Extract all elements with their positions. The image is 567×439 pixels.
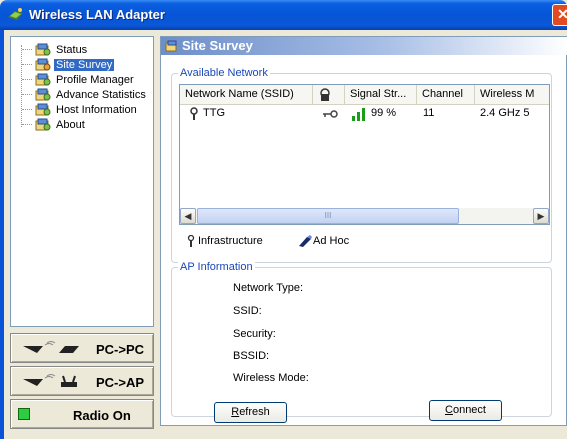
- tree-item-host-information[interactable]: Host Information: [17, 102, 139, 117]
- radio-on-label: Radio On: [73, 408, 131, 423]
- infrastructure-legend-icon: [187, 235, 195, 247]
- navigation-tree: Status Site Survey Profile Manager Advan…: [10, 36, 154, 327]
- signal-strength-icon: [352, 108, 365, 121]
- legend-infrastructure: Infrastructure: [198, 235, 263, 247]
- bssid-label: BSSID:: [233, 350, 270, 362]
- row-ssid: TTG: [203, 107, 225, 119]
- column-signal[interactable]: Signal Str...: [345, 85, 417, 104]
- tree-label-about: About: [56, 118, 85, 131]
- pc-to-pc-button[interactable]: PC->PC: [10, 333, 154, 363]
- refresh-label: efresh: [239, 406, 270, 418]
- row-signal: 99 %: [371, 107, 397, 119]
- tree-item-advance-statistics[interactable]: Advance Statistics: [17, 87, 148, 102]
- pc-to-pc-label: PC->PC: [96, 342, 145, 357]
- radio-on-button[interactable]: Radio On: [10, 399, 154, 429]
- site-survey-icon: [165, 40, 177, 52]
- statistics-icon: [35, 88, 51, 101]
- column-ssid[interactable]: Network Name (SSID): [180, 85, 313, 104]
- scroll-right-button[interactable]: ▶: [533, 208, 549, 224]
- tree-label-site-survey: Site Survey: [54, 58, 115, 71]
- list-header: Network Name (SSID) Signal Str... Channe…: [180, 85, 549, 105]
- legend-adhoc: Ad Hoc: [313, 235, 350, 247]
- available-network-title: Available Network: [178, 67, 270, 79]
- ap-information-group: AP Information: [171, 261, 552, 417]
- adhoc-legend-icon: [299, 235, 312, 247]
- ap-information-title: AP Information: [178, 261, 255, 273]
- pc-to-ap-button[interactable]: PC->AP: [10, 366, 154, 396]
- tree-item-about[interactable]: About: [17, 117, 87, 132]
- tree-label-advance-statistics: Advance Statistics: [56, 88, 146, 101]
- tree-label-host-information: Host Information: [56, 103, 137, 116]
- security-label: Security:: [233, 328, 276, 340]
- panel-header: Site Survey: [161, 37, 567, 55]
- wireless-adapter-icon: [8, 8, 23, 20]
- scroll-thumb[interactable]: III: [197, 208, 459, 224]
- column-wireless-mode[interactable]: Wireless M: [475, 85, 549, 104]
- refresh-button[interactable]: Refresh: [214, 402, 287, 423]
- host-info-icon: [35, 103, 51, 116]
- close-button[interactable]: ✕: [552, 4, 567, 26]
- about-icon: [35, 118, 51, 131]
- connect-button[interactable]: Connect: [429, 400, 502, 421]
- tree-item-profile-manager[interactable]: Profile Manager: [17, 72, 136, 87]
- table-row[interactable]: TTG 99 % 11 2.4 GHz 5: [180, 106, 549, 122]
- window-frame-left: [0, 30, 4, 439]
- row-channel: 11: [423, 107, 435, 119]
- refresh-accel: R: [231, 406, 240, 418]
- status-icon: [35, 43, 51, 56]
- key-icon: [323, 110, 338, 118]
- ssid-label: SSID:: [233, 305, 262, 317]
- tree-label-status: Status: [56, 43, 88, 56]
- security-column-icon: [320, 88, 330, 101]
- network-list[interactable]: Network Name (SSID) Signal Str... Channe…: [179, 84, 550, 225]
- site-survey-icon: [35, 58, 51, 71]
- horizontal-scrollbar[interactable]: ◀ III ▶: [180, 208, 549, 224]
- scroll-left-button[interactable]: ◀: [180, 208, 196, 224]
- tree-item-site-survey[interactable]: Site Survey: [17, 57, 115, 72]
- pc-to-ap-icon: [23, 374, 77, 387]
- title-bar: Wireless LAN Adapter ✕: [0, 0, 567, 30]
- pc-to-ap-label: PC->AP: [96, 375, 145, 390]
- tree-item-status[interactable]: Status: [17, 42, 89, 57]
- radio-led-icon: [18, 408, 30, 420]
- tree-label-profile-manager: Profile Manager: [56, 73, 134, 86]
- profile-manager-icon: [35, 73, 51, 86]
- window-title: Wireless LAN Adapter: [29, 7, 165, 22]
- wireless-mode-label: Wireless Mode:: [233, 372, 309, 384]
- pc-to-pc-icon: [23, 341, 79, 353]
- connect-accel: C: [445, 404, 453, 416]
- panel-title: Site Survey: [182, 38, 253, 53]
- row-wireless-mode: 2.4 GHz 5: [480, 107, 530, 119]
- column-channel[interactable]: Channel: [417, 85, 475, 104]
- network-type-label: Network Type:: [233, 282, 304, 294]
- connect-label: onnect: [452, 404, 486, 416]
- infrastructure-icon: [190, 107, 198, 120]
- column-security[interactable]: [313, 85, 345, 104]
